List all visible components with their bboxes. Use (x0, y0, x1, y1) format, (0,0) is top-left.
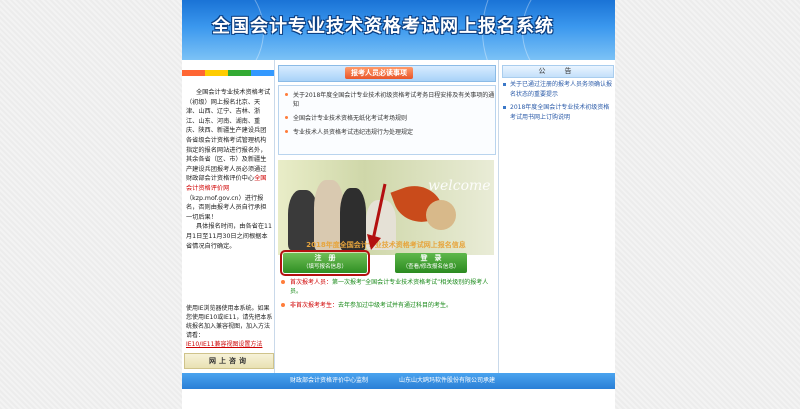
intro-text: 全国会计专业技术资格考试（初级）网上报名北京、天津、山西、辽宁、吉林、浙江、山东… (186, 89, 271, 183)
notice-item[interactable]: 关于2018年度全国会计专业技术初级资格考试考务日程安排及有关事项的通知 (279, 91, 495, 109)
decoration-image (426, 200, 456, 230)
bullet-icon (503, 106, 506, 109)
color-bar-segment (205, 70, 228, 76)
system-title: 全国会计专业技术资格考试网上报名系统 (212, 16, 554, 37)
announcement-link[interactable]: 2018年度全国会计专业技术初级资格考试用书网上订购说明 (502, 103, 614, 122)
registration-time-text: 具体报名时间，由各省在11月1日至11月30日之间根据本省情况自行确定。 (186, 223, 272, 250)
notice-header: 报考人员必读事项 (278, 65, 496, 82)
color-bar-segment (251, 70, 274, 76)
register-sublabel: （填写报名信息） (302, 264, 347, 270)
welcome-text: welcome (428, 178, 491, 194)
announcement-link[interactable]: 关于已通过注册的报考人员务须确认报名状态的重要提示 (502, 80, 614, 99)
right-sidebar: 公 告 关于已通过注册的报考人员务须确认报名状态的重要提示 2018年度全国会计… (498, 60, 615, 373)
notice-title: 报考人员必读事项 (345, 67, 413, 79)
bullet-icon (285, 93, 288, 96)
color-bar-segment (182, 70, 205, 76)
browser-note-text: 使用IE浏览器使用本系统。如果您使用IE10或IE11，请先把本系统报名加入兼容… (186, 305, 273, 339)
register-label: 注 册 (314, 254, 336, 262)
color-bar-segment (228, 70, 251, 76)
online-consult-button[interactable]: 网上咨询 (184, 353, 274, 369)
login-label: 登 录 (420, 254, 442, 262)
page: 全国会计专业技术资格考试网上报名系统 全国会计专业技术资格考试（初级）网上报名北… (182, 0, 615, 409)
notice-item[interactable]: 专业技术人员资格考试违纪违规行为处理规定 (279, 128, 495, 137)
bullet-icon (281, 303, 285, 307)
list-item: 非首次报考考生：去年参加过中级考试并有通过科目的考生。 (278, 301, 494, 310)
color-bar (182, 70, 274, 76)
compat-view-link[interactable]: IE10/IE11兼容视图设置方法 (186, 341, 262, 348)
login-sublabel: （查看/修改报名信息） (402, 264, 460, 270)
notice-item[interactable]: 全国会计专业技术资格无纸化考试考场规则 (279, 114, 495, 123)
list-item: 首次报考人员：第一次报考“全国会计专业技术资格考试”相关级别的报考人员。 (278, 278, 494, 296)
registration-intro: 全国会计专业技术资格考试（初级）网上报名北京、天津、山西、辽宁、吉林、浙江、山东… (186, 88, 272, 251)
login-button[interactable]: 登 录 （查看/修改报名信息） (395, 253, 467, 273)
bullet-icon (285, 130, 288, 133)
bullet-icon (281, 280, 285, 284)
intro-text-2: （kzp.mof.gov.cn）进行报名，否则由报考人员自行承担一切后果！ (186, 194, 267, 221)
footer: 财政部会计资格评价中心监制 山东山大鸥玛软件股份有限公司承建 (182, 373, 615, 389)
header-banner: 全国会计专业技术资格考试网上报名系统 (182, 0, 615, 60)
register-button[interactable]: 注 册 （填写报名信息） (280, 250, 370, 276)
notice-list: 关于2018年度全国会计专业技术初级资格考试考务日程安排及有关事项的通知 全国会… (278, 85, 496, 155)
registration-types: 首次报考人员：第一次报考“全国会计专业技术资格考试”相关级别的报考人员。 非首次… (278, 278, 494, 315)
main-content: 报考人员必读事项 关于2018年度全国会计专业技术初级资格考试考务日程安排及有关… (277, 60, 496, 373)
browser-note: 使用IE浏览器使用本系统。如果您使用IE10或IE11，请先把本系统报名加入兼容… (186, 304, 274, 349)
footer-developer: 山东山大鸥玛软件股份有限公司承建 (399, 377, 496, 384)
bullet-icon (503, 83, 506, 86)
announcement-list: 关于已通过注册的报考人员务须确认报名状态的重要提示 2018年度全国会计专业技术… (502, 80, 614, 126)
bullet-icon (285, 116, 288, 119)
footer-sponsor: 财政部会计资格评价中心监制 (290, 377, 369, 384)
left-sidebar: 全国会计专业技术资格考试（初级）网上报名北京、天津、山西、辽宁、吉林、浙江、山东… (182, 60, 275, 373)
announcement-title: 公 告 (502, 65, 614, 78)
